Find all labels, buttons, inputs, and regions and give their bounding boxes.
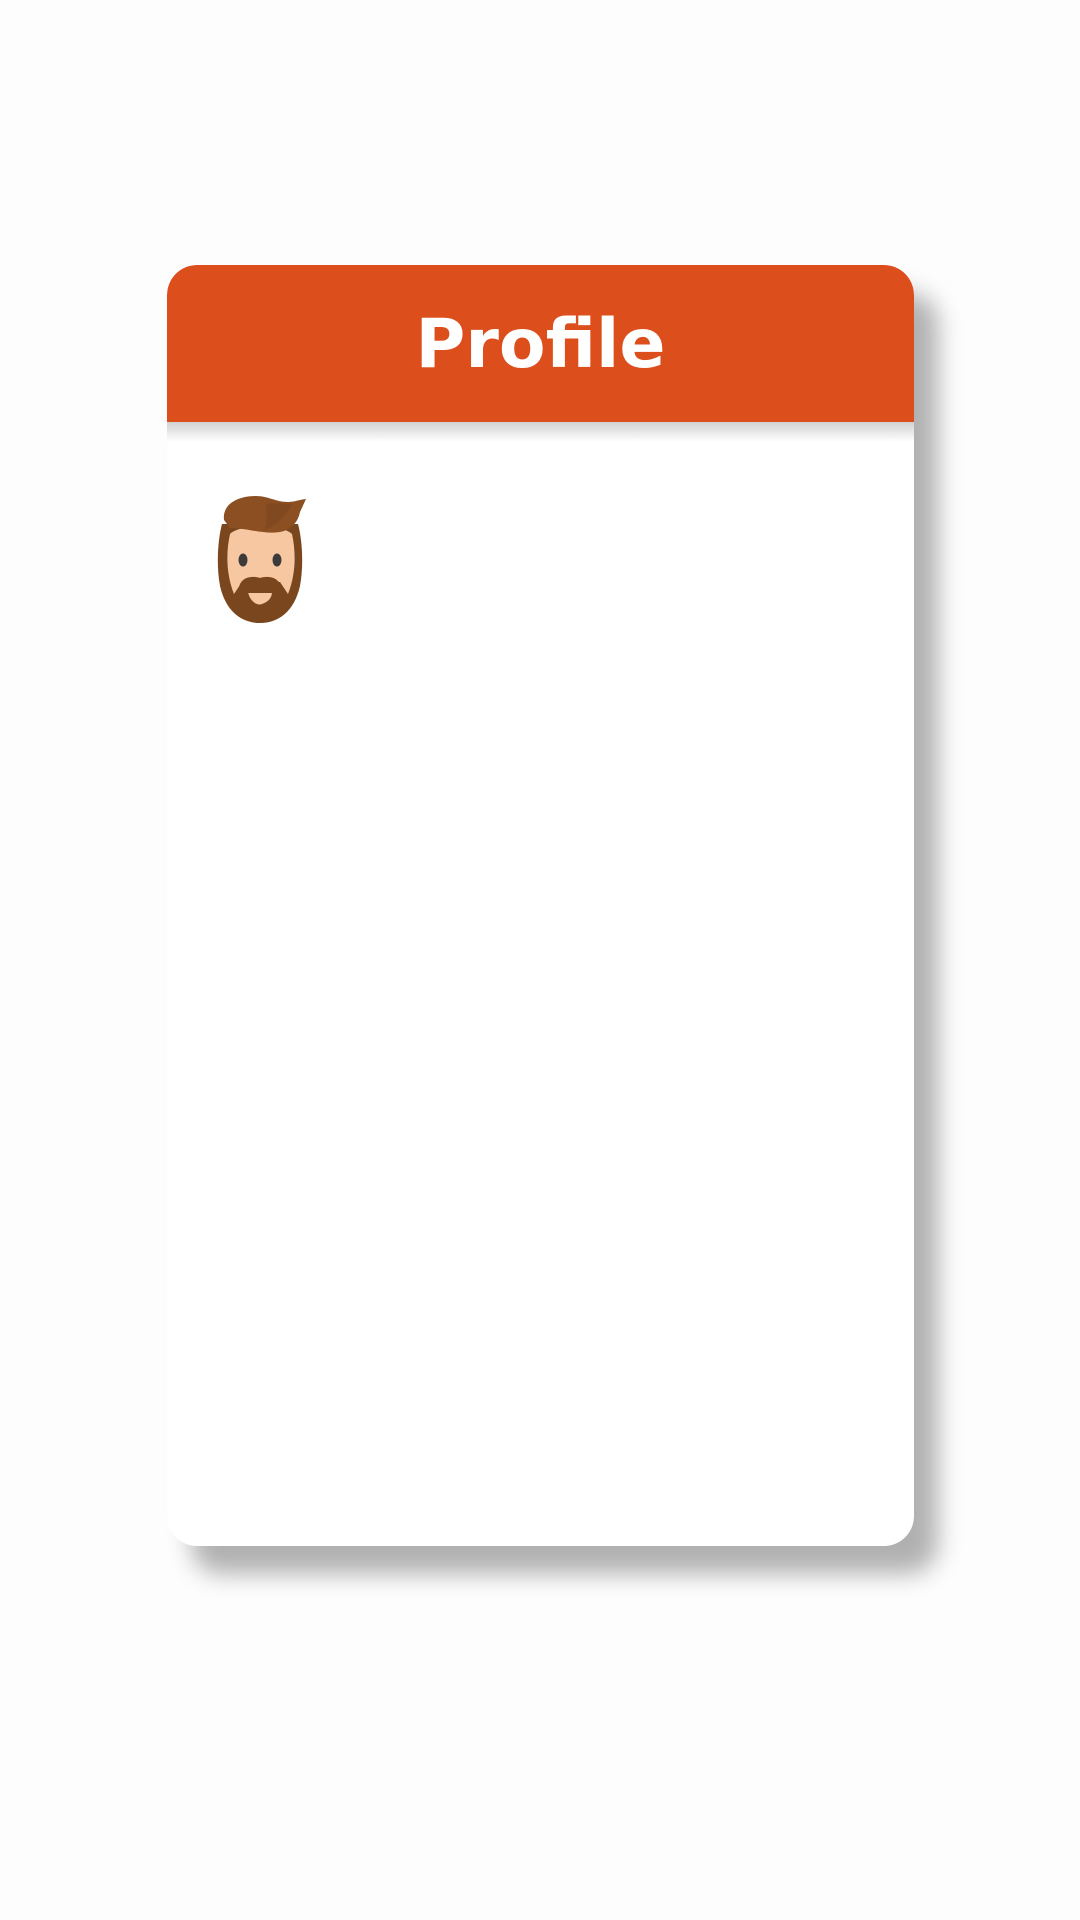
avatar[interactable] xyxy=(216,494,306,624)
bearded-man-avatar-icon xyxy=(217,496,306,623)
page-title: Profile xyxy=(415,304,666,384)
profile-card-header: Profile xyxy=(167,265,914,442)
profile-card: Profile xyxy=(167,265,914,1546)
